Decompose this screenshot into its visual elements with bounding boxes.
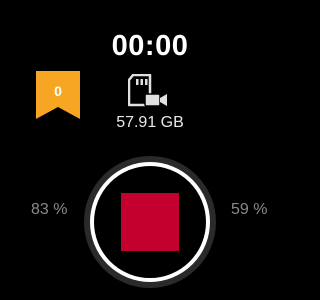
storage-free-label: 57.91 GB	[116, 114, 184, 131]
recorder-screen: 00:00 0 57.91 GB 83 % 59 %	[0, 0, 300, 300]
elapsed-timer: 00:00	[111, 30, 189, 62]
right-level-percent: 59 %	[231, 201, 268, 218]
bookmark-count: 0	[54, 83, 62, 99]
sdcard-video-icon	[127, 73, 172, 110]
stop-icon[interactable]	[121, 193, 179, 251]
left-level-percent: 83 %	[31, 201, 68, 218]
